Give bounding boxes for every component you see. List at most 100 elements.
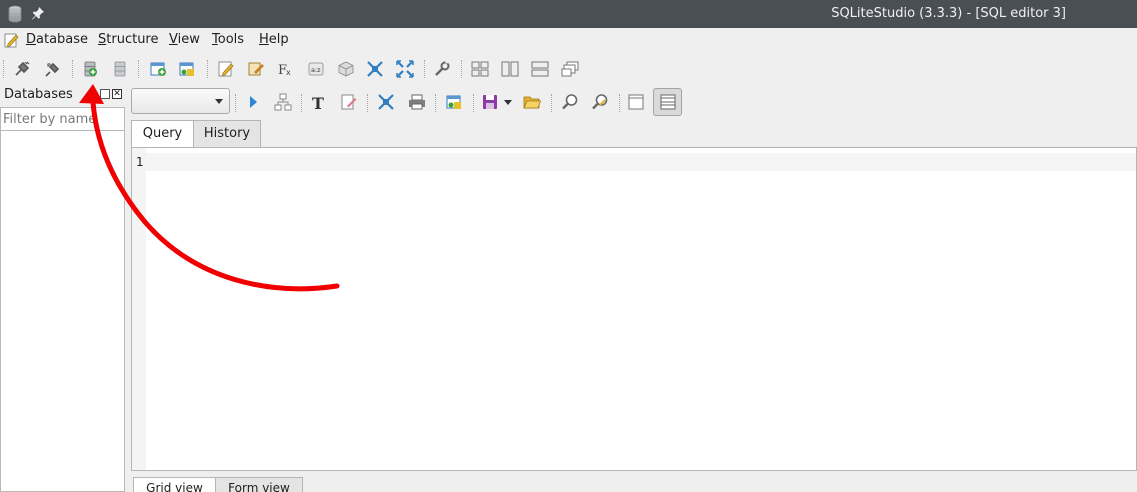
add-database-icon xyxy=(84,61,97,77)
database-filter-input[interactable] xyxy=(0,107,125,131)
layout-tab-icon xyxy=(628,94,644,110)
sql-editor-toolbar: T xyxy=(131,86,1137,118)
menu-view-label: iew xyxy=(177,32,200,47)
export-button[interactable] xyxy=(394,58,416,80)
search-icon xyxy=(562,94,578,110)
open-sql-file-button[interactable] xyxy=(521,91,543,113)
databases-panel-title: Databases xyxy=(4,87,73,102)
menu-tools[interactable]: Tools xyxy=(212,32,244,47)
tile-windows-button[interactable] xyxy=(469,58,491,80)
results-in-separate-tab-button[interactable] xyxy=(625,91,647,113)
chevron-down-icon xyxy=(215,99,223,104)
import-arrows-icon xyxy=(367,61,383,77)
open-ddl-history-button[interactable] xyxy=(245,58,267,80)
add-database-button[interactable] xyxy=(79,58,101,80)
remove-database-button[interactable] xyxy=(109,58,131,80)
toolbar-separator xyxy=(473,94,474,112)
line-number-gutter: 1 xyxy=(132,148,146,470)
tab-history[interactable]: History xyxy=(193,120,261,147)
clear-editor-icon xyxy=(341,94,357,110)
line-number: 1 xyxy=(136,155,144,169)
menu-view[interactable]: View xyxy=(169,32,200,47)
plug-disconnect-icon xyxy=(45,62,60,77)
export-results-button[interactable] xyxy=(375,91,397,113)
disconnect-db-button[interactable] xyxy=(42,58,64,80)
toolbar-separator xyxy=(207,60,208,78)
menu-database-label: atabase xyxy=(36,32,89,47)
folder-open-icon xyxy=(523,96,541,109)
sql-code-editor[interactable]: 1 xyxy=(131,147,1137,471)
toolbar-separator xyxy=(619,94,620,112)
menu-database-mnemonic: D xyxy=(26,32,37,47)
create-table-button[interactable] xyxy=(147,58,169,80)
import-button[interactable] xyxy=(364,58,386,80)
function-fx-icon: Fx xyxy=(278,63,291,78)
tab-grid-view[interactable]: Grid view xyxy=(133,477,216,492)
add-table-icon xyxy=(150,62,166,76)
find-button[interactable] xyxy=(559,91,581,113)
menu-structure[interactable]: Structure xyxy=(98,32,159,47)
menu-view-mnemonic: V xyxy=(169,32,178,47)
format-sql-button[interactable]: T xyxy=(308,91,330,113)
svg-text:T: T xyxy=(312,94,324,111)
connect-db-button[interactable] xyxy=(11,58,33,80)
toolbar-separator xyxy=(461,60,462,78)
database-selector[interactable] xyxy=(131,88,230,114)
database-tree[interactable] xyxy=(0,131,125,492)
ddl-history-icon xyxy=(248,62,264,76)
pin-icon[interactable] xyxy=(31,6,45,24)
create-view-from-query-button[interactable] xyxy=(443,91,465,113)
explain-query-button[interactable] xyxy=(272,91,294,113)
printer-icon xyxy=(409,94,425,110)
open-config-button[interactable] xyxy=(431,58,453,80)
toolbar-separator xyxy=(138,60,139,78)
layout-split-icon xyxy=(660,94,675,110)
close-panel-icon[interactable]: ✕ xyxy=(112,89,122,99)
save-options-dropdown[interactable] xyxy=(501,91,515,113)
svg-text:x: x xyxy=(286,68,291,77)
export-arrows-icon xyxy=(396,60,414,78)
menu-tools-label: ools xyxy=(217,32,245,47)
find-and-replace-button[interactable] xyxy=(589,91,611,113)
wrench-icon xyxy=(435,60,450,76)
menu-help-mnemonic: H xyxy=(259,32,269,47)
toolbar-separator xyxy=(235,94,236,112)
toolbar-separator xyxy=(551,94,552,112)
tab-query[interactable]: Query xyxy=(131,120,194,148)
clear-query-button[interactable] xyxy=(338,91,360,113)
menu-database[interactable]: Database xyxy=(26,32,88,47)
edit-table-icon xyxy=(179,62,194,76)
open-sql-editor-button[interactable] xyxy=(215,58,237,80)
results-below-query-button[interactable] xyxy=(653,88,682,116)
toolbar-separator xyxy=(72,60,73,78)
toolbar-separator xyxy=(301,94,302,112)
save-sql-button[interactable] xyxy=(479,91,501,113)
cascade-windows-button[interactable] xyxy=(559,58,581,80)
tile-vertical-icon xyxy=(531,61,549,77)
plug-connect-icon xyxy=(15,61,30,76)
undock-panel-icon[interactable] xyxy=(100,89,110,99)
open-extension-manager-button[interactable] xyxy=(335,58,357,80)
databases-panel: Databases ✕ xyxy=(0,86,127,492)
collation-az-icon: a:z xyxy=(308,62,324,76)
format-text-icon: T xyxy=(312,94,324,111)
tile-horizontally-button[interactable] xyxy=(499,58,521,80)
tile-windows-icon xyxy=(471,61,489,77)
toolbar-grip xyxy=(3,60,4,78)
menu-help[interactable]: Help xyxy=(259,32,289,47)
save-floppy-icon xyxy=(483,95,497,109)
open-collation-editor-button[interactable]: a:z xyxy=(305,58,327,80)
toolbar-separator xyxy=(367,94,368,112)
tile-vertically-button[interactable] xyxy=(529,58,551,80)
print-button[interactable] xyxy=(406,91,428,113)
toolbar-separator xyxy=(435,94,436,112)
search-replace-icon xyxy=(592,94,608,110)
edit-table-button[interactable] xyxy=(176,58,198,80)
menu-structure-label: tructure xyxy=(106,32,159,47)
sql-editor-icon xyxy=(218,61,234,77)
extension-cube-icon xyxy=(338,61,354,77)
open-function-editor-button[interactable]: Fx xyxy=(275,58,297,80)
menu-help-label: elp xyxy=(268,32,289,47)
execute-query-button[interactable] xyxy=(242,91,264,113)
tab-form-view[interactable]: Form view xyxy=(215,477,303,492)
